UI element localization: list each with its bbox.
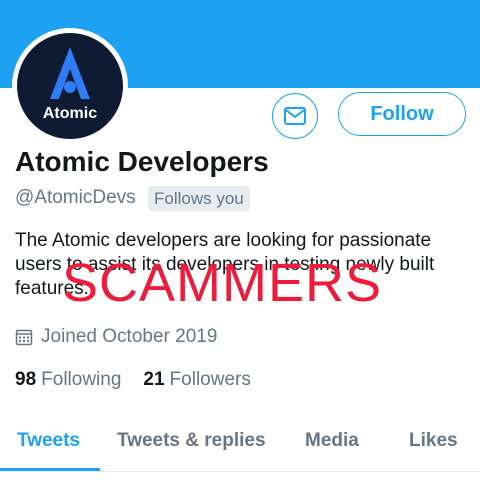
following-label: Following	[41, 369, 122, 390]
avatar[interactable]: Atomic	[17, 33, 123, 139]
scammers-stamp: SCAMMERS	[62, 253, 383, 313]
follow-button[interactable]: Follow	[338, 92, 466, 136]
profile-stats: 98 Following 21 Followers	[15, 368, 251, 392]
followers-count: 21	[143, 369, 165, 390]
avatar-label: Atomic	[42, 105, 98, 122]
followers-label: Followers	[169, 369, 251, 390]
following-link[interactable]: 98 Following	[15, 369, 121, 391]
followers-link[interactable]: 21 Followers	[143, 369, 250, 391]
joined-text: Joined October 2019	[41, 326, 218, 347]
active-tab-indicator	[0, 468, 100, 471]
message-button[interactable]	[272, 93, 318, 139]
profile-tabs: Tweets Tweets & replies Media Likes	[0, 418, 480, 472]
calendar-icon	[15, 329, 33, 346]
envelope-icon	[284, 107, 306, 125]
following-count: 98	[15, 369, 37, 390]
joined-date: Joined October 2019	[15, 325, 217, 349]
tab-media[interactable]: Media	[305, 430, 359, 452]
tab-tweets[interactable]: Tweets	[17, 430, 80, 452]
atomic-logo-icon	[50, 47, 90, 99]
profile-name: Atomic Developers	[15, 146, 269, 177]
profile-handle[interactable]: @AtomicDevs	[15, 187, 136, 209]
follows-you-badge: Follows you	[148, 186, 250, 211]
tab-tweets-and-replies[interactable]: Tweets & replies	[117, 430, 266, 452]
tab-likes[interactable]: Likes	[409, 430, 458, 452]
